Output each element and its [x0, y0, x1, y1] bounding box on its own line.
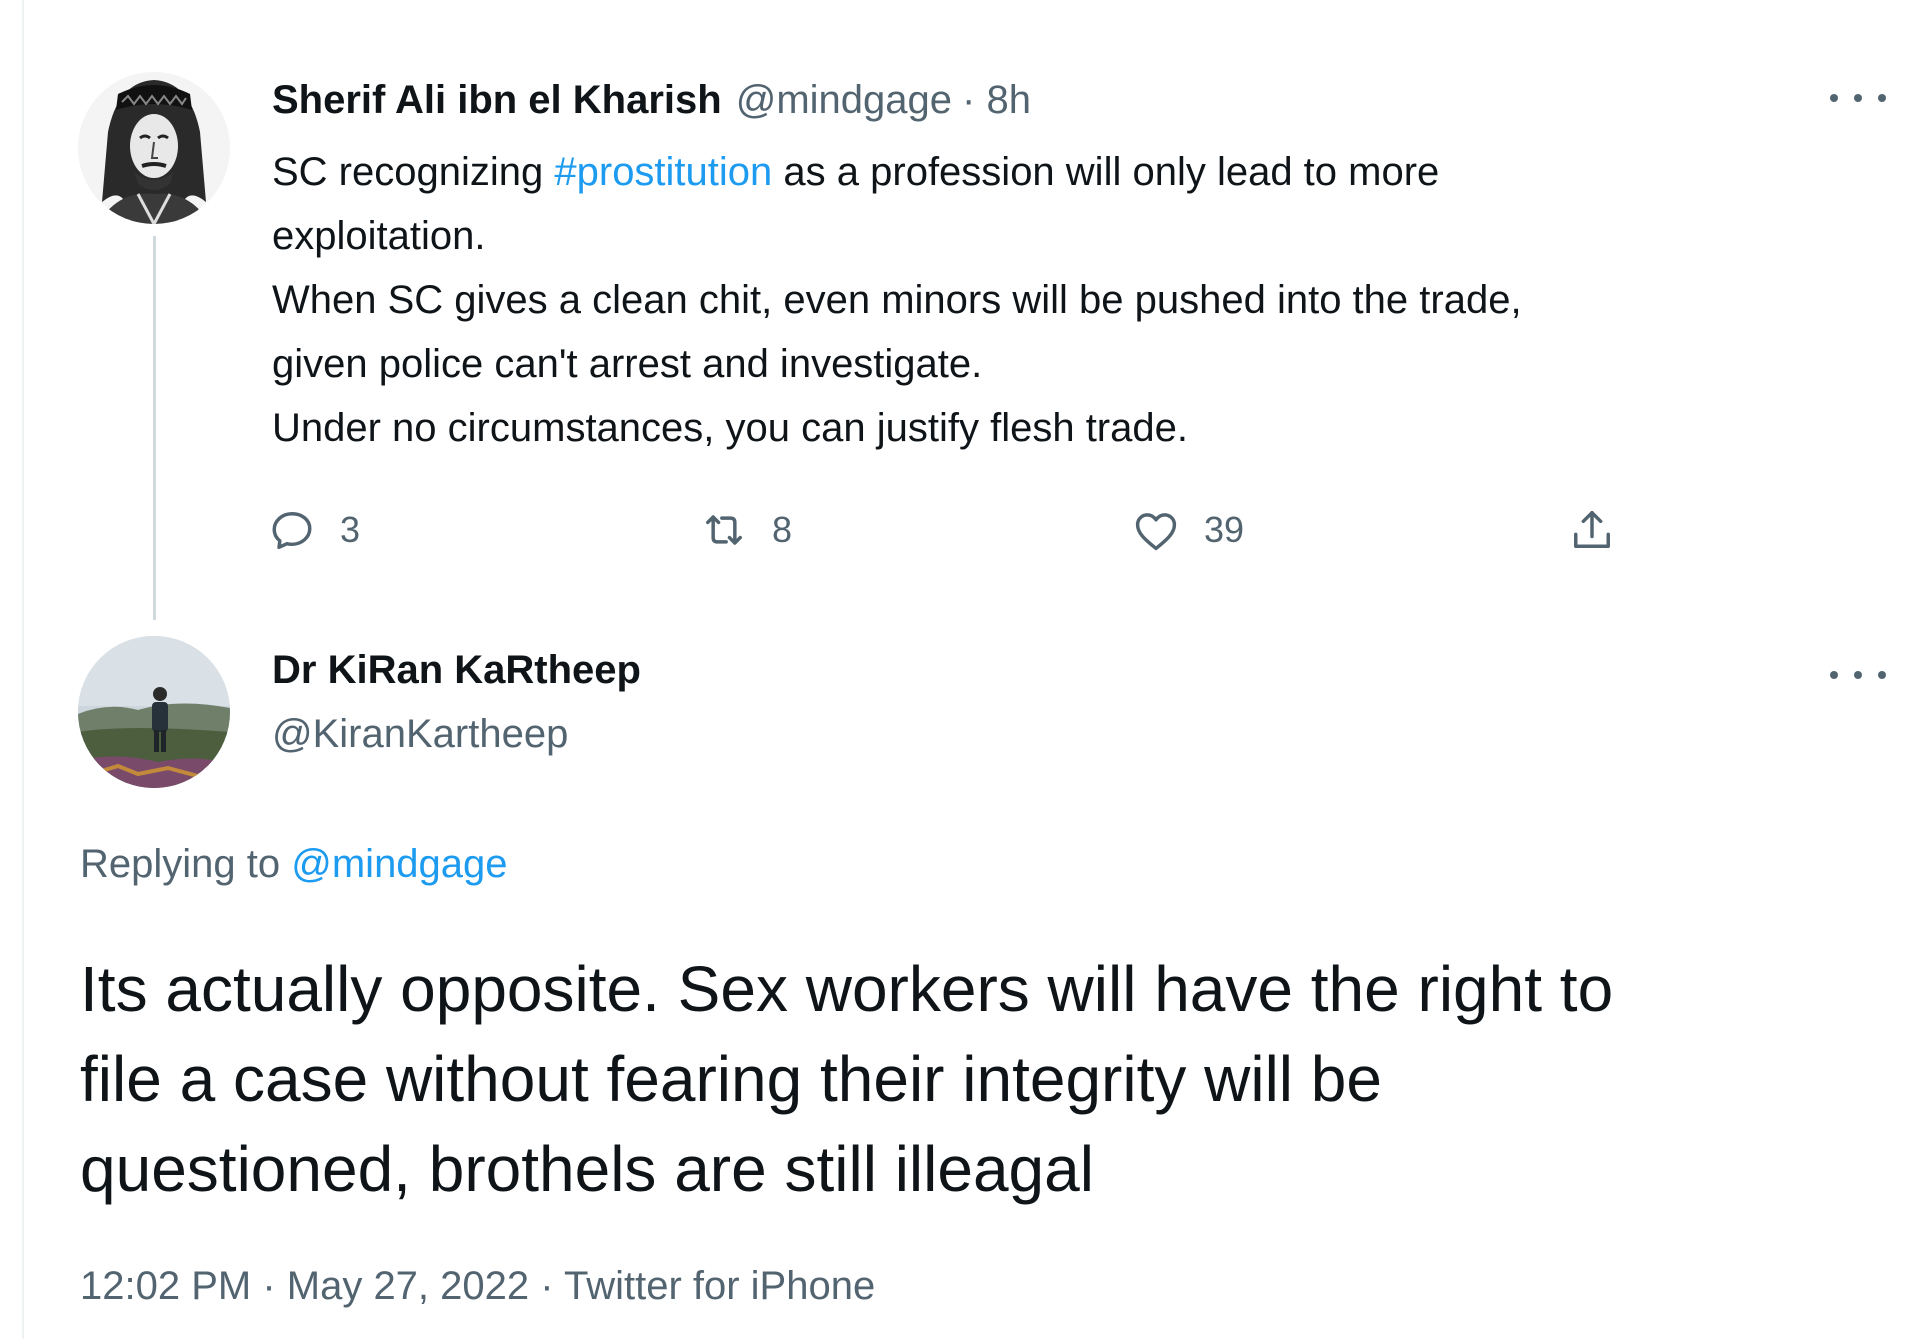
- share-button[interactable]: [1566, 500, 1618, 560]
- more-icon-dot: [1854, 671, 1862, 679]
- tweet-text-line: exploitation.: [272, 214, 486, 258]
- more-icon: [1830, 94, 1838, 102]
- like-count: 39: [1204, 509, 1245, 550]
- tweet-text: SC recognizing #prostitution as a profes…: [272, 140, 1832, 460]
- avatar[interactable]: [78, 72, 230, 224]
- hashtag-link[interactable]: #prostitution: [554, 150, 772, 194]
- retweet-count: 8: [772, 509, 793, 550]
- like-button[interactable]: 39: [1130, 500, 1244, 560]
- like-icon: [1135, 513, 1177, 551]
- more-icon-dot: [1854, 94, 1862, 102]
- tweet-timestamp-source[interactable]: 12:02 PM · May 27, 2022 · Twitter for iP…: [80, 1264, 875, 1309]
- replying-to-line: Replying to @mindgage: [80, 842, 508, 887]
- more-icon-dot: [1878, 94, 1886, 102]
- tweet-actions-bar: 3 8 39: [266, 500, 1646, 560]
- more-options-button[interactable]: [1830, 655, 1886, 695]
- tweet-text-segment: SC recognizing: [272, 150, 555, 194]
- tweet-text-line: Under no circumstances, you can justify …: [272, 406, 1188, 450]
- more-icon-dot: [1878, 671, 1886, 679]
- share-icon: [1574, 510, 1610, 548]
- timeline-border: [22, 0, 24, 1339]
- reply-author-handle[interactable]: @KiranKartheep: [272, 712, 568, 757]
- reply-author-display-name[interactable]: Dr KiRan KaRtheep: [272, 648, 641, 693]
- retweet-button[interactable]: 8: [698, 500, 792, 560]
- reply-text-line: Its actually opposite. Sex workers will …: [80, 953, 1614, 1025]
- reply-button[interactable]: 3: [266, 500, 360, 560]
- tweet-text-line: SC recognizing #prostitution as a profes…: [272, 140, 1832, 204]
- reply-count: 3: [340, 509, 361, 550]
- avatar-landscape-photo: [78, 636, 230, 788]
- more-options-button[interactable]: [1830, 78, 1886, 118]
- more-icon: [1830, 671, 1838, 679]
- reply-text-line: questioned, brothels are still illeagal: [80, 1133, 1094, 1205]
- avatar-portrait-illustration: [78, 72, 230, 224]
- replying-to-mention-link[interactable]: @mindgage: [291, 842, 507, 886]
- avatar[interactable]: [78, 636, 230, 788]
- tweet-author-row: Sherif Ali ibn el Kharish @mindgage · 8h: [272, 74, 1031, 126]
- tweet-text-line: When SC gives a clean chit, even minors …: [272, 278, 1522, 322]
- replying-to-label: Replying to: [80, 842, 281, 886]
- tweet-text-line: given police can't arrest and investigat…: [272, 342, 983, 386]
- tweet-thread-page: Sherif Ali ibn el Kharish @mindgage · 8h…: [0, 0, 1920, 1339]
- author-display-name[interactable]: Sherif Ali ibn el Kharish: [272, 78, 722, 123]
- tweet-time[interactable]: · 8h: [962, 78, 1031, 123]
- retweet-icon: [706, 515, 742, 545]
- thread-connector-line: [153, 236, 156, 620]
- tweet-text-segment: as a profession will only lead to more: [772, 150, 1440, 194]
- reply-icon: [272, 512, 312, 550]
- reply-tweet-text: Its actually opposite. Sex workers will …: [80, 944, 1880, 1214]
- author-handle[interactable]: @mindgage: [736, 78, 952, 123]
- reply-text-line: file a case without fearing their integr…: [80, 1043, 1382, 1115]
